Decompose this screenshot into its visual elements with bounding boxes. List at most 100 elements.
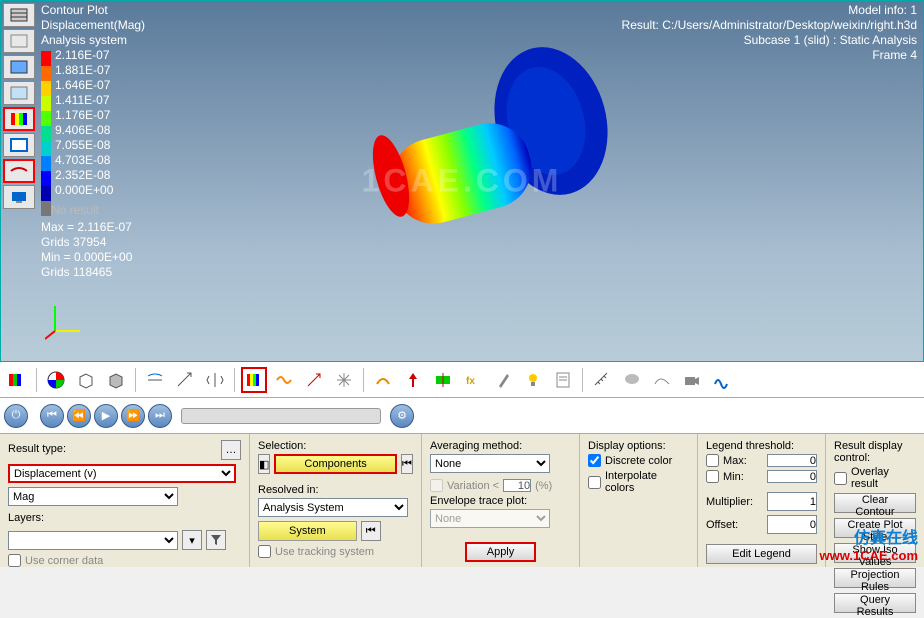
min-label: Min: bbox=[723, 471, 744, 483]
interpolate-label: Interpolate colors bbox=[605, 470, 689, 494]
legend-value: 2.352E-08 bbox=[55, 168, 110, 182]
axis-triad-icon bbox=[45, 301, 85, 341]
tool-mesh-icon[interactable] bbox=[3, 3, 35, 27]
corner-data-label: Use corner data bbox=[25, 555, 103, 567]
tool-feature-icon[interactable] bbox=[3, 159, 35, 183]
iso-icon[interactable] bbox=[271, 367, 297, 393]
vector-icon[interactable] bbox=[301, 367, 327, 393]
sel-rewind-icon[interactable]: ⏮ bbox=[401, 454, 413, 474]
apply-button[interactable]: Apply bbox=[465, 542, 537, 562]
viewport-3d[interactable]: Contour Plot Displacement(Mag) Analysis … bbox=[0, 0, 924, 362]
discrete-label: Discrete color bbox=[605, 455, 672, 467]
threshold-label: Legend threshold: bbox=[706, 440, 817, 452]
projection-button[interactable]: Projection Rules bbox=[834, 568, 916, 588]
tool-shaded-icon[interactable] bbox=[3, 55, 35, 79]
sel-pick-icon[interactable]: ◧ bbox=[258, 454, 270, 474]
mult-label: Multiplier: bbox=[706, 496, 753, 508]
components-button[interactable]: Components bbox=[274, 454, 396, 474]
cube2-icon[interactable] bbox=[103, 367, 129, 393]
result-browse-icon[interactable]: … bbox=[221, 440, 241, 460]
last-icon[interactable]: ⏭ bbox=[148, 404, 172, 428]
settings-icon[interactable]: ⚙ bbox=[390, 404, 414, 428]
rewind-icon[interactable]: ⏪ bbox=[67, 404, 91, 428]
layers-expand-icon[interactable]: ▾ bbox=[182, 530, 202, 550]
discrete-checkbox[interactable] bbox=[588, 454, 601, 467]
clear-contour-button[interactable]: Clear Contour bbox=[834, 493, 916, 513]
layers-filter-icon[interactable] bbox=[206, 530, 226, 550]
torch-icon[interactable] bbox=[490, 367, 516, 393]
max-checkbox[interactable] bbox=[706, 454, 719, 467]
envelope-select[interactable]: None bbox=[430, 509, 550, 528]
system-button[interactable]: System bbox=[258, 521, 357, 541]
component-select[interactable]: Mag bbox=[8, 487, 178, 506]
tool-edge-icon[interactable] bbox=[3, 133, 35, 157]
variation-input bbox=[503, 479, 531, 492]
first-icon[interactable]: ⏮ bbox=[40, 404, 64, 428]
fx-icon[interactable]: fx bbox=[460, 367, 486, 393]
path-icon[interactable] bbox=[649, 367, 675, 393]
mult-input[interactable] bbox=[767, 492, 817, 511]
avg-select[interactable]: None bbox=[430, 454, 550, 473]
reflect-icon[interactable] bbox=[202, 367, 228, 393]
tensor-icon[interactable] bbox=[331, 367, 357, 393]
camera-icon[interactable] bbox=[679, 367, 705, 393]
contour-panel-icon[interactable] bbox=[4, 367, 30, 393]
corner-data-checkbox[interactable] bbox=[8, 554, 21, 567]
playback-toolbar: ⏻ ⏮ ⏪ ▶ ⏩ ⏭ ⚙ bbox=[0, 398, 924, 434]
tool-transparent-icon[interactable] bbox=[3, 81, 35, 105]
result-type-select[interactable]: Displacement (v) bbox=[8, 464, 236, 483]
marker-icon[interactable] bbox=[400, 367, 426, 393]
offset-label: Offset: bbox=[706, 519, 738, 531]
legend-value: 1.176E-07 bbox=[55, 108, 110, 122]
min-grids: Grids 118465 bbox=[41, 265, 132, 280]
tool-monitor-icon[interactable] bbox=[3, 185, 35, 209]
forward-icon[interactable]: ⏩ bbox=[121, 404, 145, 428]
legend-value: 0.000E+00 bbox=[55, 183, 113, 197]
layers-select[interactable] bbox=[8, 531, 178, 550]
layers-label: Layers: bbox=[8, 512, 44, 524]
min-value: Min = 0.000E+00 bbox=[41, 250, 132, 265]
icon-toolbar: fx bbox=[0, 362, 924, 398]
overlay-checkbox[interactable] bbox=[834, 472, 847, 485]
play-icon[interactable]: ▶ bbox=[94, 404, 118, 428]
notes-icon[interactable] bbox=[550, 367, 576, 393]
contour-on-icon[interactable] bbox=[241, 367, 267, 393]
chat-icon[interactable] bbox=[619, 367, 645, 393]
deformed-icon[interactable] bbox=[370, 367, 396, 393]
min-input[interactable] bbox=[767, 470, 817, 483]
cube-icon[interactable] bbox=[73, 367, 99, 393]
time-slider[interactable] bbox=[181, 408, 381, 424]
light-icon[interactable] bbox=[520, 367, 546, 393]
frame: Frame 4 bbox=[622, 48, 917, 63]
legend-value: 2.116E-07 bbox=[55, 48, 110, 62]
legend-value: 1.646E-07 bbox=[55, 78, 110, 92]
legend-value: 4.703E-08 bbox=[55, 153, 110, 167]
edit-legend-button[interactable]: Edit Legend bbox=[706, 544, 817, 564]
subcase: Subcase 1 (slid) : Static Analysis bbox=[622, 33, 917, 48]
envelope-label: Envelope trace plot: bbox=[430, 495, 571, 507]
tool-wire-icon[interactable] bbox=[3, 29, 35, 53]
tool-contour-icon[interactable] bbox=[3, 107, 35, 131]
power-icon[interactable]: ⏻ bbox=[4, 404, 28, 428]
offset-input[interactable] bbox=[767, 515, 817, 534]
trace-icon[interactable] bbox=[709, 367, 735, 393]
result-type-label: Result type: bbox=[8, 443, 66, 455]
interpolate-checkbox[interactable] bbox=[588, 476, 601, 489]
resolved-select[interactable]: Analysis System bbox=[258, 498, 408, 517]
color-icon[interactable] bbox=[43, 367, 69, 393]
plot-system: Analysis system bbox=[41, 33, 145, 48]
sys-rewind-icon[interactable]: ⏮ bbox=[361, 521, 381, 541]
tracking-checkbox[interactable] bbox=[258, 545, 271, 558]
deform-icon[interactable] bbox=[142, 367, 168, 393]
svg-text:fx: fx bbox=[466, 376, 475, 387]
max-input[interactable] bbox=[767, 454, 817, 467]
query-button[interactable]: Query Results bbox=[834, 593, 916, 613]
measure-icon[interactable] bbox=[589, 367, 615, 393]
scale-icon[interactable] bbox=[172, 367, 198, 393]
averaging-panel: Averaging method: None Variation <(%) En… bbox=[422, 434, 580, 567]
section-icon[interactable] bbox=[430, 367, 456, 393]
overlay-label: Overlay result bbox=[851, 466, 916, 490]
model-info: Model info: 1 bbox=[622, 3, 917, 18]
min-checkbox[interactable] bbox=[706, 470, 719, 483]
legend-value: 1.411E-07 bbox=[55, 93, 110, 107]
